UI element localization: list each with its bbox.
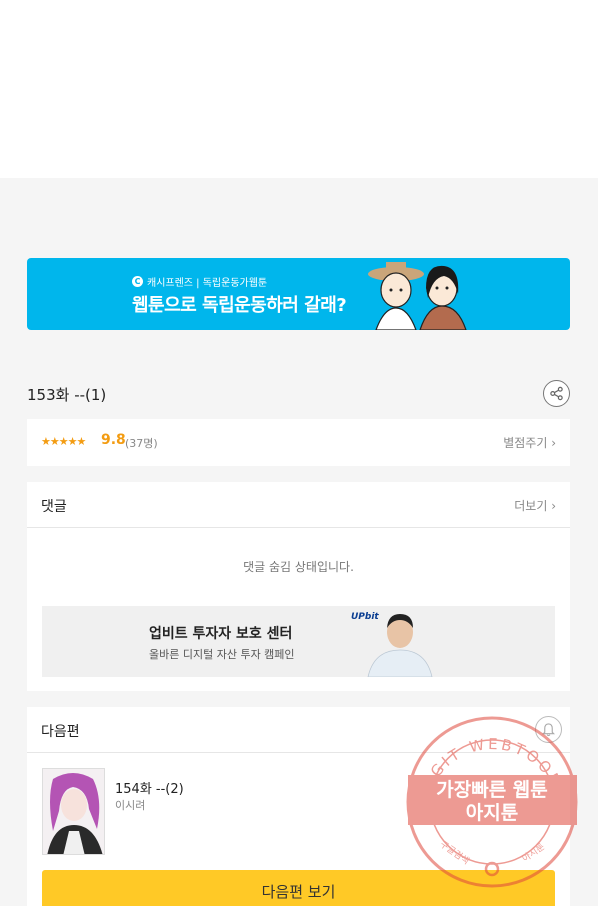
rating-count: (37명) (125, 437, 158, 450)
watermark-bottom-right: 아지툰 (520, 841, 547, 864)
comments-hidden-message: 댓글 숨김 상태입니다. (243, 560, 354, 574)
share-icon (550, 386, 563, 401)
ad-title: 업비트 투자자 보호 센터 (149, 626, 293, 642)
rating-card: ★★★★★ 9.8 (37명) 별점주기 › (27, 419, 570, 466)
watermark-bottom-left: 구글검색 (438, 838, 472, 867)
next-episode-author: 이시려 (115, 799, 146, 812)
next-label: 다음편 (41, 724, 80, 740)
agit-webtoon-watermark-stamp: AGIT WEBTOON 가장빠른 웹툰 아지툰 구글검색 아지툰 (406, 716, 578, 888)
cashfriends-logo-icon: C (132, 276, 143, 287)
banner-brand: C 캐시프렌즈 | 독립운동가웹툰 (132, 274, 267, 289)
ad-blank-area (0, 0, 598, 178)
watermark-line2: 아지툰 (466, 802, 518, 824)
comments-label: 댓글 (41, 499, 67, 515)
ad-subtitle: 올바른 디지털 자산 투자 캠페인 (149, 648, 295, 661)
banner-headline: 웹툰으로 독립운동하러 갈래? (132, 295, 347, 316)
upbit-ad-banner[interactable]: 업비트 투자자 보호 센터 올바른 디지털 자산 투자 캠페인 UPbit (42, 606, 555, 677)
watermark-line1: 가장빠른 웹툰 (436, 779, 548, 801)
episode-title: 153화 --(1) (27, 386, 107, 404)
rating-score: 9.8 (101, 432, 126, 448)
next-episode-title[interactable]: 154화 --(2) (115, 778, 184, 797)
ad-person-illustration (367, 614, 433, 677)
promo-banner[interactable]: C 캐시프렌즈 | 독립운동가웹툰 웹툰으로 독립운동하러 갈래? (27, 258, 570, 330)
watermark-g-icon (484, 861, 500, 877)
next-episode-thumbnail[interactable] (42, 768, 105, 855)
banner-brand-label: 캐시프렌즈 | 독립운동가웹툰 (147, 278, 268, 289)
banner-characters-illustration (368, 262, 467, 330)
share-button[interactable] (543, 380, 570, 407)
comments-more-link[interactable]: 더보기 › (514, 497, 556, 514)
comments-header: 댓글 더보기 › (27, 482, 570, 528)
thumbnail-image (43, 769, 104, 854)
comments-card: 댓글 더보기 › 댓글 숨김 상태입니다. 업비트 투자자 보호 센터 올바른 … (27, 482, 570, 691)
rating-stars-icon: ★★★★★ (41, 435, 86, 448)
rate-button[interactable]: 별점주기 › (503, 434, 556, 451)
